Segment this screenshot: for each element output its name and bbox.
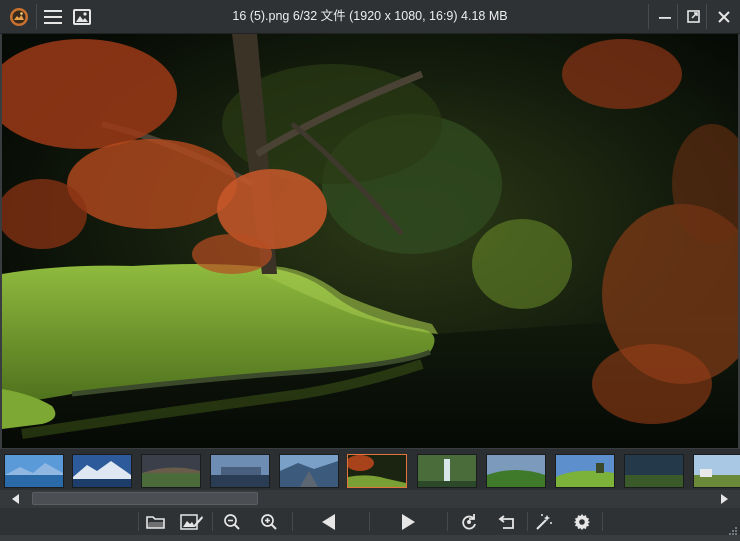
divider <box>292 512 293 531</box>
rotate-icon[interactable] <box>452 508 486 535</box>
divider <box>212 512 213 531</box>
thumbnail-2[interactable] <box>72 454 132 488</box>
divider <box>602 512 603 531</box>
resize-grip-icon[interactable] <box>728 523 738 535</box>
thumbnail-strip <box>0 449 740 490</box>
divider <box>447 512 448 531</box>
undo-icon[interactable] <box>490 508 524 535</box>
image-gallery-icon[interactable] <box>65 0 98 33</box>
thumbnail-4[interactable] <box>210 454 270 488</box>
window-title: 16 (5).png 6/32 文件 (1920 x 1080, 16:9) 4… <box>232 9 508 23</box>
thumbnail-5[interactable] <box>279 454 339 488</box>
bottom-toolbar <box>0 508 740 535</box>
image-edit-icon[interactable] <box>175 508 209 535</box>
open-folder-icon[interactable] <box>139 508 173 535</box>
app-logo-icon[interactable] <box>2 0 35 33</box>
previous-icon[interactable] <box>312 508 346 535</box>
thumbnail-7[interactable] <box>417 454 477 488</box>
thumbnail-6-active[interactable] <box>347 454 407 488</box>
thumbnail-scrollbar[interactable] <box>0 490 740 508</box>
thumbnail-8[interactable] <box>486 454 546 488</box>
title-bar: 16 (5).png 6/32 文件 (1920 x 1080, 16:9) 4… <box>0 0 740 34</box>
main-image <box>2 34 738 448</box>
close-icon[interactable] <box>707 0 740 33</box>
thumbnail-11[interactable] <box>693 454 740 488</box>
scroll-left-icon[interactable] <box>8 491 24 507</box>
zoom-in-icon[interactable] <box>252 508 286 535</box>
image-viewer[interactable] <box>2 34 738 448</box>
scrollbar-thumb[interactable] <box>32 492 258 505</box>
thumbnail-10[interactable] <box>624 454 684 488</box>
scroll-right-icon[interactable] <box>716 491 732 507</box>
thumbnail-1[interactable] <box>4 454 64 488</box>
divider <box>369 512 370 531</box>
thumbnail-9[interactable] <box>555 454 615 488</box>
thumbnail-3[interactable] <box>141 454 201 488</box>
settings-icon[interactable] <box>565 508 599 535</box>
magic-wand-icon[interactable] <box>527 508 561 535</box>
zoom-out-icon[interactable] <box>215 508 249 535</box>
next-icon[interactable] <box>391 508 425 535</box>
